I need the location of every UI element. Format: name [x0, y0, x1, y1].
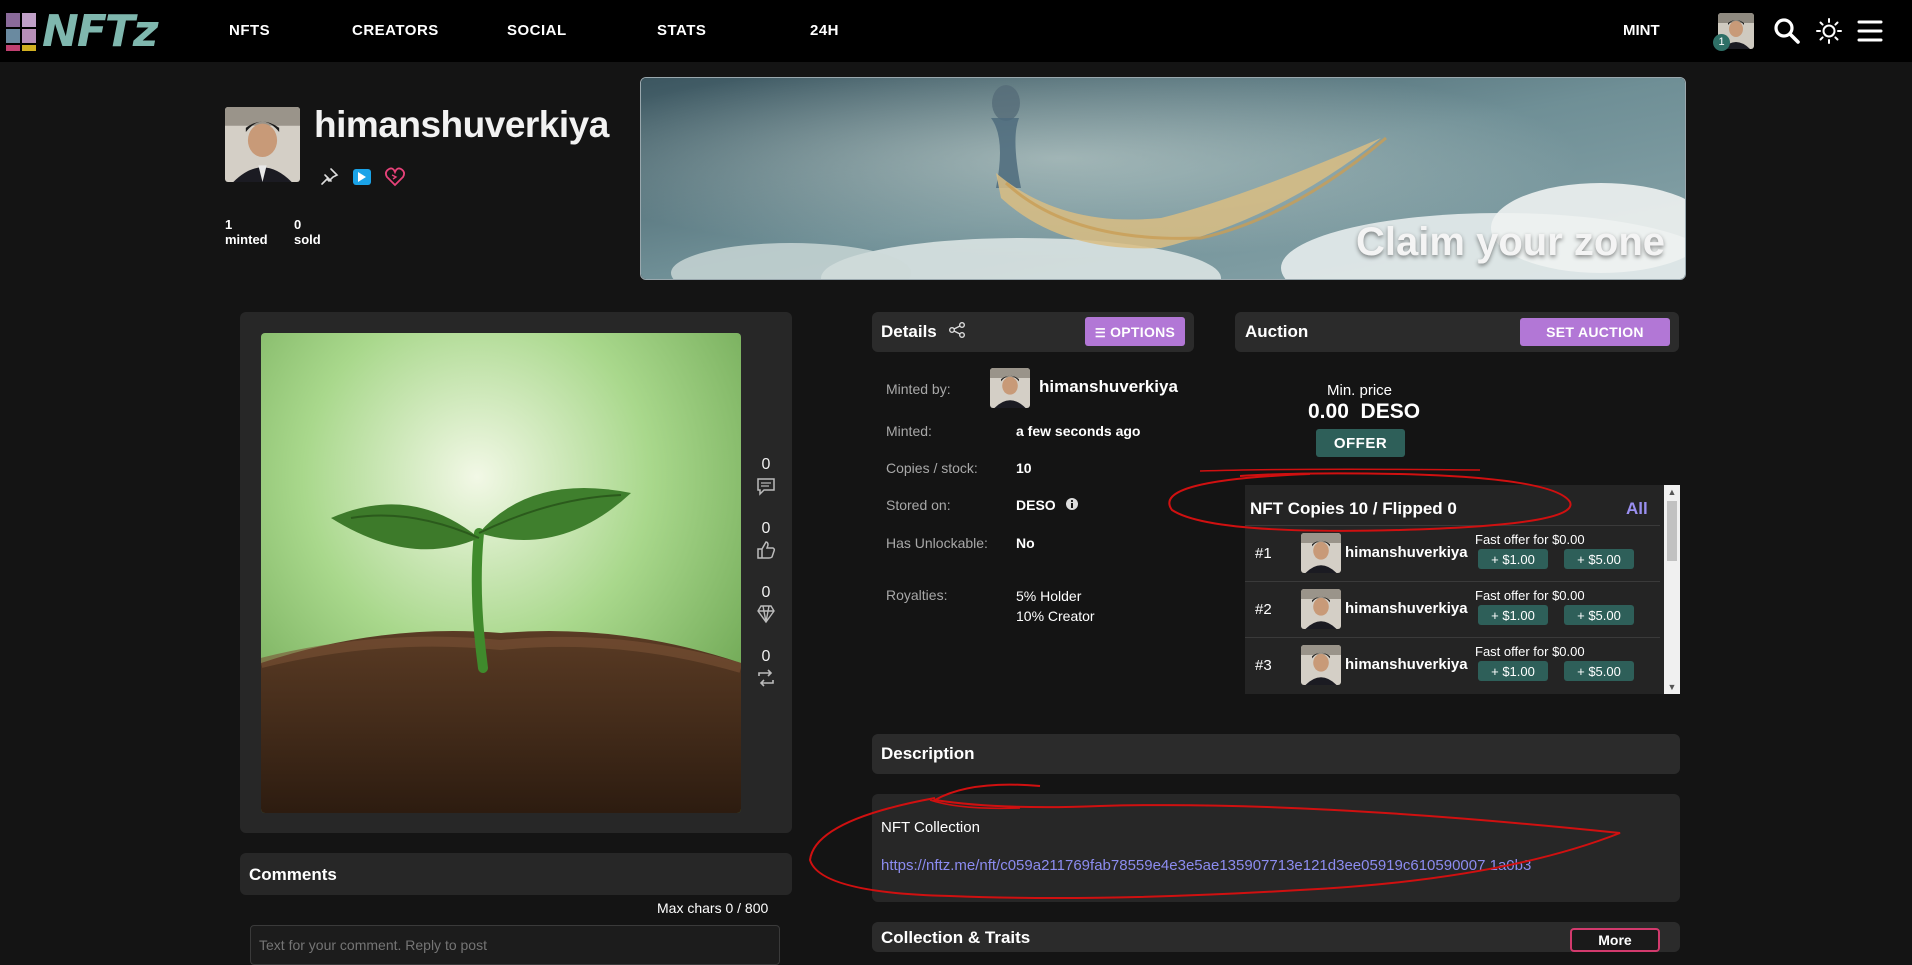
- hamburger-menu-icon[interactable]: [1855, 16, 1885, 46]
- nft-copies-title: NFT Copies 10 / Flipped 0: [1250, 499, 1457, 518]
- list-icon: ☰: [1094, 325, 1106, 340]
- more-button[interactable]: More: [1570, 928, 1660, 952]
- diamonds-count: 0: [761, 584, 771, 601]
- nav-link-creators[interactable]: CREATORS: [352, 22, 439, 39]
- unlockable-label: Has Unlockable:: [886, 535, 988, 551]
- likes-count: 0: [761, 520, 771, 537]
- search-icon[interactable]: [1772, 16, 1802, 46]
- add-5-dollar-button[interactable]: + $5.00: [1564, 549, 1634, 569]
- minted-stat: 1 minted: [225, 217, 268, 247]
- profile-banner: Claim your zone: [640, 77, 1686, 280]
- sold-count: 0: [294, 217, 302, 232]
- minted-by-label: Minted by:: [886, 381, 951, 397]
- nav-link-nfts[interactable]: NFTS: [229, 22, 270, 39]
- royalties-creator: 10% Creator: [1016, 608, 1095, 624]
- add-5-dollar-button[interactable]: + $5.00: [1564, 605, 1634, 625]
- logo-mark-icon: [6, 13, 36, 51]
- info-icon[interactable]: [1065, 497, 1079, 511]
- stored-on-label: Stored on:: [886, 497, 951, 513]
- reposts-count: 0: [761, 648, 771, 665]
- copy-owner-avatar[interactable]: [1301, 589, 1341, 629]
- copies-stock-value: 10: [1016, 460, 1032, 476]
- set-auction-button[interactable]: SET AUCTION: [1520, 318, 1670, 346]
- copy-owner-name[interactable]: himanshuverkiya: [1345, 656, 1468, 673]
- nav-link-social[interactable]: SOCIAL: [507, 22, 567, 39]
- description-header: [872, 734, 1680, 774]
- minted-time-label: Minted:: [886, 423, 932, 439]
- scroll-down-icon[interactable]: ▼: [1664, 680, 1680, 694]
- nft-image[interactable]: [261, 333, 741, 813]
- description-text: NFT Collection: [881, 819, 980, 836]
- royalties-holder: 5% Holder: [1016, 588, 1082, 604]
- pin-icon[interactable]: [318, 166, 340, 188]
- auction-title: Auction: [1245, 322, 1309, 341]
- add-1-dollar-button[interactable]: + $1.00: [1478, 549, 1548, 569]
- copy-owner-name[interactable]: himanshuverkiya: [1345, 544, 1468, 561]
- profile-username: himanshuverkiya: [314, 104, 609, 145]
- minted-time-value: a few seconds ago: [1016, 423, 1141, 439]
- nav-link-mint[interactable]: MINT: [1623, 22, 1660, 39]
- scrollbar-thumb[interactable]: [1667, 501, 1677, 561]
- description-box: [872, 794, 1680, 902]
- minter-avatar[interactable]: [990, 368, 1030, 408]
- comments-count: 0: [761, 456, 771, 473]
- copy-row[interactable]: #1 himanshuverkiya Fast offer for $0.00 …: [1245, 525, 1660, 582]
- sold-stat: 0 sold: [294, 217, 321, 247]
- description-title: Description: [881, 744, 975, 763]
- unlockable-value: No: [1016, 535, 1035, 551]
- stored-on-value: DESO: [1016, 497, 1056, 513]
- copy-owner-avatar[interactable]: [1301, 645, 1341, 685]
- sold-label: sold: [294, 232, 321, 247]
- comment-icon[interactable]: [756, 476, 776, 496]
- banner-title: Claim your zone: [1356, 220, 1665, 264]
- options-label: OPTIONS: [1110, 323, 1176, 340]
- options-button[interactable]: ☰ OPTIONS: [1085, 317, 1185, 346]
- nft-url-link[interactable]: https://nftz.me/nft/c059a211769fab78559e…: [881, 857, 1531, 874]
- copy-number: #2: [1255, 601, 1272, 618]
- logo-text: NFTz: [42, 6, 159, 57]
- fast-offer-text: Fast offer for $0.00: [1475, 644, 1585, 659]
- minted-count: 1: [225, 217, 233, 232]
- repost-icon[interactable]: [756, 668, 776, 688]
- fast-offer-text: Fast offer for $0.00: [1475, 588, 1585, 603]
- nav-link-stats[interactable]: STATS: [657, 22, 706, 39]
- max-chars-counter: Max chars 0 / 800: [657, 900, 769, 916]
- sun-icon[interactable]: [1814, 16, 1844, 46]
- copy-owner-name[interactable]: himanshuverkiya: [1345, 600, 1468, 617]
- share-icon[interactable]: [948, 321, 966, 339]
- diamond-icon[interactable]: [756, 604, 776, 624]
- offer-button[interactable]: OFFER: [1316, 429, 1405, 457]
- comments-title: Comments: [249, 865, 337, 884]
- copy-owner-avatar[interactable]: [1301, 533, 1341, 573]
- minted-label: minted: [225, 232, 268, 247]
- copies-all-link[interactable]: All: [1626, 499, 1648, 519]
- scroll-up-icon[interactable]: ▲: [1664, 485, 1680, 499]
- copy-number: #3: [1255, 657, 1272, 674]
- add-1-dollar-button[interactable]: + $1.00: [1478, 661, 1548, 681]
- details-title: Details: [881, 322, 937, 341]
- notification-badge: 1: [1713, 34, 1730, 51]
- nftz-logo[interactable]: NFTz: [6, 6, 159, 57]
- min-price-label: Min. price: [1327, 382, 1393, 399]
- profile-avatar[interactable]: [225, 107, 300, 182]
- heart-icon[interactable]: [384, 166, 406, 188]
- copy-number: #1: [1255, 545, 1272, 562]
- arrow-badge-icon[interactable]: [351, 166, 373, 188]
- copy-row[interactable]: #3 himanshuverkiya Fast offer for $0.00 …: [1245, 637, 1660, 694]
- comment-input[interactable]: [250, 925, 780, 965]
- copy-row[interactable]: #2 himanshuverkiya Fast offer for $0.00 …: [1245, 581, 1660, 638]
- royalties-label: Royalties:: [886, 587, 948, 603]
- min-price-value: 0.00 DESO: [1308, 400, 1421, 423]
- add-5-dollar-button[interactable]: + $5.00: [1564, 661, 1634, 681]
- fast-offer-text: Fast offer for $0.00: [1475, 532, 1585, 547]
- thumbs-up-icon[interactable]: [756, 540, 776, 560]
- nav-link-24h[interactable]: 24H: [810, 22, 839, 39]
- minter-username[interactable]: himanshuverkiya: [1039, 377, 1178, 397]
- copies-stock-label: Copies / stock:: [886, 460, 978, 476]
- collection-traits-title: Collection & Traits: [881, 928, 1031, 947]
- add-1-dollar-button[interactable]: + $1.00: [1478, 605, 1548, 625]
